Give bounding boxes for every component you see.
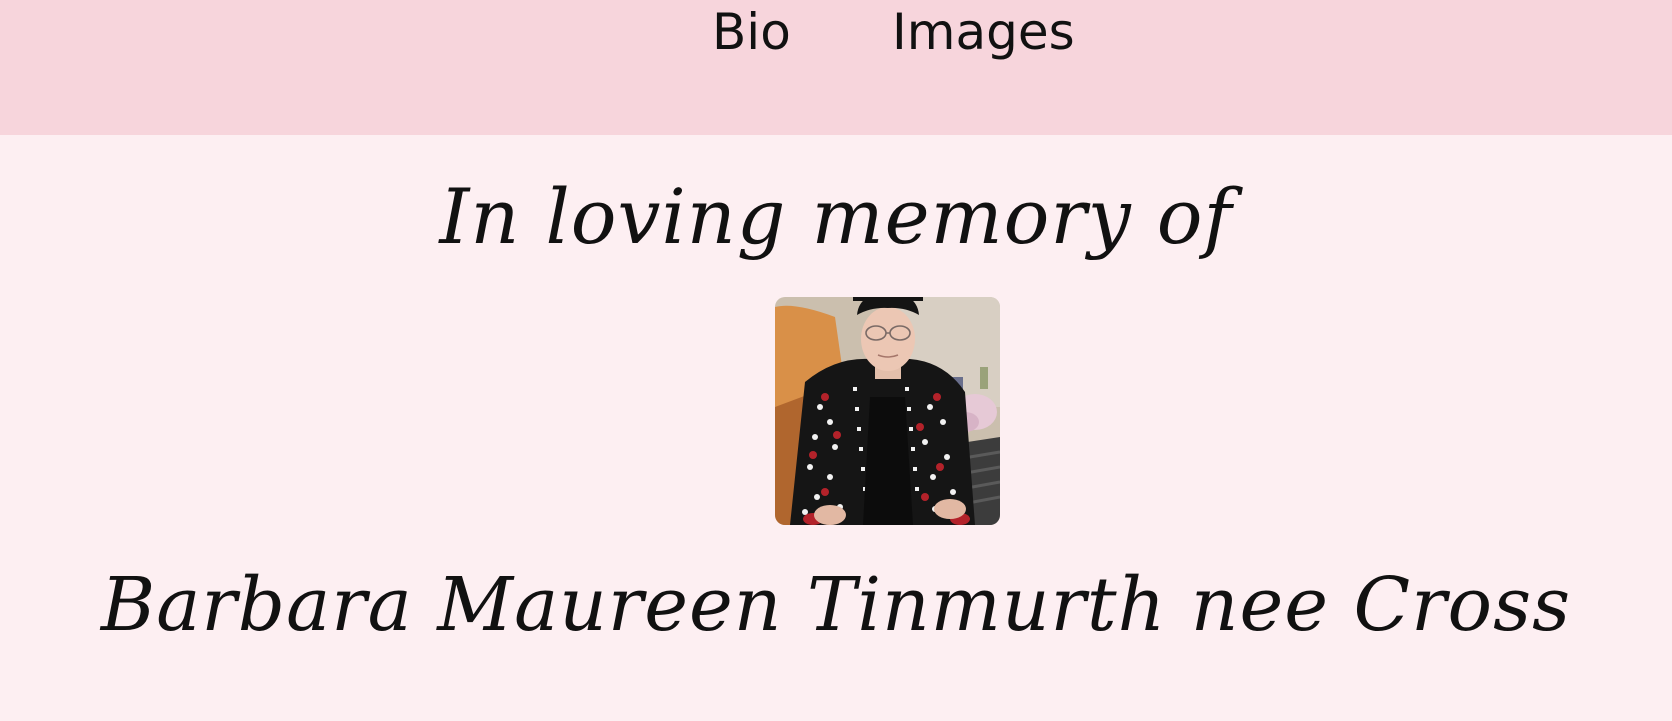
top-navigation: Bio Images: [0, 0, 1672, 135]
nav-link-bio[interactable]: Bio: [712, 2, 791, 62]
memorial-portrait-photo: [775, 297, 1000, 525]
deceased-name-heading: Barbara Maureen Tinmurth nee Cross: [100, 562, 1572, 648]
nav-link-images[interactable]: Images: [892, 2, 1075, 62]
memorial-intro-heading: In loving memory of: [439, 172, 1233, 261]
